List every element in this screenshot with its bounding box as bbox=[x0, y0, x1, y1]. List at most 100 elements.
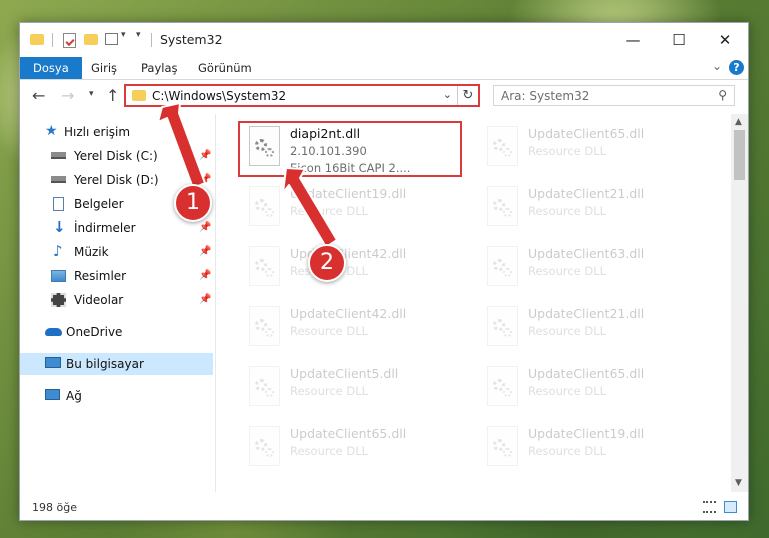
forward-button[interactable]: → bbox=[61, 86, 74, 105]
file-name: UpdateClient65.dll bbox=[528, 126, 645, 141]
file-name: UpdateClient5.dll bbox=[290, 366, 399, 381]
search-icon[interactable]: ⚲ bbox=[718, 88, 727, 102]
sidebar-item-network[interactable]: Ağ bbox=[20, 385, 213, 407]
large-icons-view-icon[interactable] bbox=[724, 501, 737, 513]
file-name: UpdateClient63.dll bbox=[528, 246, 645, 261]
pin-icon[interactable]: 📌 bbox=[199, 174, 211, 185]
tab-file[interactable]: Dosya bbox=[20, 57, 82, 79]
file-description: Resource DLL bbox=[290, 384, 369, 398]
dll-file-icon bbox=[487, 366, 518, 406]
sidebar-item-onedrive[interactable]: OneDrive bbox=[20, 321, 213, 343]
sidebar-item-label: Resimler bbox=[74, 269, 127, 283]
help-icon[interactable]: ? bbox=[729, 60, 744, 75]
file-description: Resource DLL bbox=[528, 204, 607, 218]
dll-file-icon bbox=[487, 126, 518, 166]
file-tile[interactable]: UpdateClient42.dll Resource DLL bbox=[244, 302, 469, 358]
sidebar-item-quick-access[interactable]: ★ Hızlı erişim bbox=[20, 121, 213, 143]
sidebar-item-this-pc[interactable]: Bu bilgisayar bbox=[20, 353, 213, 375]
file-tile[interactable]: UpdateClient65.dll Resource DLL bbox=[482, 122, 707, 178]
file-name: UpdateClient19.dll bbox=[528, 426, 645, 441]
dll-file-icon bbox=[487, 186, 518, 226]
pin-icon[interactable]: 📌 bbox=[199, 270, 211, 281]
up-button[interactable]: ↑ bbox=[106, 86, 119, 105]
dll-file-icon bbox=[249, 246, 280, 286]
sidebar-item-label: Belgeler bbox=[74, 197, 124, 211]
sidebar-item-label: Ağ bbox=[66, 389, 82, 403]
recent-locations-icon[interactable]: ▾ bbox=[89, 89, 94, 99]
file-description: Resource DLL bbox=[528, 324, 607, 338]
file-tile[interactable]: UpdateClient63.dll Resource DLL bbox=[482, 242, 707, 298]
dll-file-icon bbox=[249, 426, 280, 466]
pin-icon[interactable]: 📌 bbox=[199, 246, 211, 257]
video-icon bbox=[51, 293, 66, 307]
dll-file-icon bbox=[487, 246, 518, 286]
file-name: UpdateClient65.dll bbox=[528, 366, 645, 381]
dll-file-icon bbox=[249, 306, 280, 346]
details-view-icon[interactable] bbox=[703, 501, 716, 513]
file-tile[interactable]: UpdateClient21.dll Resource DLL bbox=[482, 302, 707, 358]
customize-toolbar-icon[interactable] bbox=[105, 33, 118, 45]
minimize-button[interactable]: — bbox=[610, 23, 656, 57]
sidebar-item-label: Hızlı erişim bbox=[64, 125, 131, 139]
file-description: Resource DLL bbox=[290, 444, 369, 458]
separator bbox=[151, 33, 152, 47]
vertical-scrollbar[interactable]: ▲ ▼ bbox=[731, 114, 748, 492]
status-bar: 198 öğe bbox=[20, 496, 748, 520]
sidebar-item-label: İndirmeler bbox=[74, 221, 136, 235]
file-description: Resource DLL bbox=[290, 324, 369, 338]
address-path[interactable]: C:\Windows\System32 bbox=[152, 89, 286, 103]
file-name: UpdateClient21.dll bbox=[528, 306, 645, 321]
file-tile[interactable]: UpdateClient65.dll Resource DLL bbox=[244, 422, 469, 478]
file-description: Resource DLL bbox=[528, 384, 607, 398]
new-folder-icon[interactable] bbox=[84, 34, 98, 45]
separator bbox=[52, 33, 53, 47]
dll-file-icon bbox=[487, 306, 518, 346]
scroll-thumb[interactable] bbox=[734, 130, 745, 180]
back-button[interactable]: ← bbox=[32, 86, 45, 105]
address-bar[interactable]: C:\Windows\System32 ⌄ ↻ bbox=[124, 84, 480, 107]
music-icon: ♪ bbox=[53, 242, 63, 260]
pin-icon[interactable]: 📌 bbox=[199, 294, 211, 305]
sidebar-item-downloads[interactable]: ↓ İndirmeler 📌 bbox=[20, 217, 213, 239]
cloud-icon bbox=[45, 328, 62, 336]
expand-ribbon-icon[interactable]: ⌄ bbox=[712, 59, 722, 73]
chevron-down-icon[interactable]: ▾ bbox=[121, 30, 126, 46]
network-icon bbox=[45, 389, 60, 400]
scroll-down-icon[interactable]: ▼ bbox=[735, 478, 742, 488]
navigation-bar: ← → ▾ ↑ C:\Windows\System32 ⌄ ↻ Ara: Sys… bbox=[20, 80, 748, 112]
search-box[interactable]: Ara: System32 ⚲ bbox=[493, 85, 735, 106]
sidebar-item-videos[interactable]: Videolar 📌 bbox=[20, 289, 213, 311]
refresh-icon[interactable]: ↻ bbox=[457, 86, 478, 105]
file-tile[interactable]: UpdateClient21.dll Resource DLL bbox=[482, 182, 707, 238]
sidebar-item-local-disk-c[interactable]: Yerel Disk (C:) 📌 bbox=[20, 145, 213, 167]
tab-share[interactable]: Paylaş bbox=[141, 57, 178, 79]
pin-icon[interactable]: 📌 bbox=[199, 150, 211, 161]
download-icon: ↓ bbox=[53, 218, 66, 236]
file-tile[interactable]: UpdateClient42.dll Resource DLL bbox=[244, 242, 469, 298]
file-tile[interactable]: UpdateClient65.dll Resource DLL bbox=[482, 362, 707, 418]
tab-home[interactable]: Giriş bbox=[91, 57, 117, 79]
address-dropdown-icon[interactable]: ⌄ bbox=[443, 88, 452, 101]
file-tile[interactable]: UpdateClient19.dll Resource DLL bbox=[244, 182, 469, 238]
documents-icon bbox=[53, 197, 64, 211]
sidebar-item-pictures[interactable]: Resimler 📌 bbox=[20, 265, 213, 287]
maximize-button[interactable]: ☐ bbox=[656, 23, 702, 57]
close-button[interactable]: ✕ bbox=[702, 23, 748, 57]
item-count: 198 öğe bbox=[32, 501, 77, 514]
scroll-up-icon[interactable]: ▲ bbox=[735, 117, 742, 127]
tab-view[interactable]: Görünüm bbox=[198, 57, 252, 79]
file-highlight-box bbox=[238, 121, 462, 177]
file-name: UpdateClient21.dll bbox=[528, 186, 645, 201]
quick-access-dropdown-icon[interactable]: ▾ bbox=[136, 30, 141, 46]
file-tile[interactable]: UpdateClient19.dll Resource DLL bbox=[482, 422, 707, 478]
sidebar-item-label: Videolar bbox=[74, 293, 124, 307]
file-tile[interactable]: UpdateClient5.dll Resource DLL bbox=[244, 362, 469, 418]
pin-icon[interactable]: 📌 bbox=[199, 222, 211, 233]
sidebar-item-music[interactable]: ♪ Müzik 📌 bbox=[20, 241, 213, 263]
file-description: Resource DLL bbox=[528, 444, 607, 458]
properties-icon[interactable] bbox=[63, 33, 76, 48]
sidebar-item-label: OneDrive bbox=[66, 325, 123, 339]
pictures-icon bbox=[51, 270, 66, 282]
explorer-window: ▾ ▾ System32 — ☐ ✕ Dosya Giriş Paylaş Gö… bbox=[19, 22, 749, 521]
search-input[interactable]: Ara: System32 bbox=[501, 89, 589, 103]
